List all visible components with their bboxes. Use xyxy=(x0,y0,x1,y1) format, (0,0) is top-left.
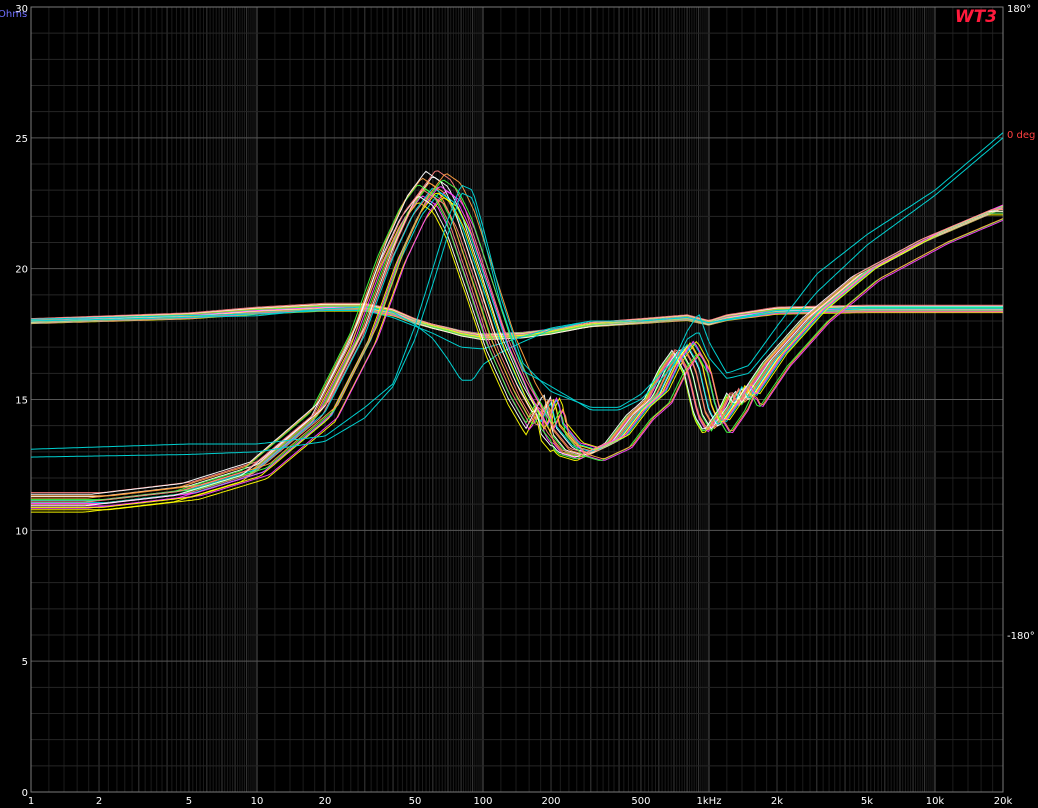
x-tick-label: 1 xyxy=(28,796,34,807)
y-tick-label: 10 xyxy=(15,526,28,537)
x-tick-label: 20 xyxy=(319,796,332,807)
x-tick-label: 5 xyxy=(186,796,192,807)
phase-tick-label: -180° xyxy=(1007,631,1035,642)
y-axis-unit-label: Ohms xyxy=(0,9,27,20)
y-tick-label: 5 xyxy=(22,657,28,668)
x-tick-label: 5k xyxy=(861,796,873,807)
x-tick-label: 200 xyxy=(541,796,560,807)
phase-zero-label: 0 deg xyxy=(1007,130,1035,141)
x-tick-label: 2 xyxy=(96,796,102,807)
x-tick-label: 2k xyxy=(771,796,783,807)
x-tick-label: 100 xyxy=(473,796,492,807)
y-tick-label: 20 xyxy=(15,265,28,276)
chart-background xyxy=(0,0,1038,808)
chart-title: WT3 xyxy=(955,7,997,27)
x-tick-label: 20k xyxy=(994,796,1013,807)
x-tick-label: 1kHz xyxy=(697,796,722,807)
x-tick-label: 10k xyxy=(926,796,945,807)
x-tick-label: 10 xyxy=(251,796,264,807)
impedance-phase-chart: 1 2 5 10 20 50 100 200 500 1kHz 2k 5k 10k 20k05101520… xyxy=(0,0,1038,808)
y-tick-label: 0 xyxy=(22,788,28,799)
phase-tick-label: 180° xyxy=(1007,4,1031,15)
x-tick-label: 500 xyxy=(631,796,650,807)
x-tick-label: 50 xyxy=(409,796,422,807)
y-tick-label: 25 xyxy=(15,134,28,145)
y-tick-label: 15 xyxy=(15,396,28,407)
